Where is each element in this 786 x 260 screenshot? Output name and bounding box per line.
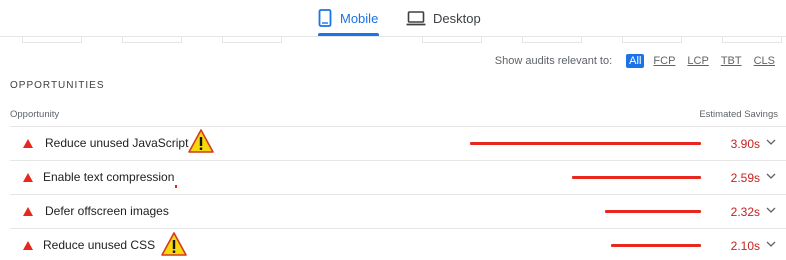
opportunity-title: Reduce unused CSS (43, 238, 156, 252)
filter-chip-tbt[interactable]: TBT (718, 54, 745, 68)
audit-filter: Show audits relevant to: All FCP LCP TBT… (495, 54, 778, 68)
opportunity-title: Defer offscreen images (45, 204, 169, 218)
opportunity-row[interactable]: Reduce unused JavaScript 3.90s (10, 127, 786, 161)
opportunity-row[interactable]: Defer offscreen images 2.32s (10, 195, 786, 229)
chevron-down-icon[interactable] (764, 169, 778, 183)
tab-desktop[interactable]: Desktop (405, 0, 485, 36)
fail-triangle-icon (23, 173, 33, 182)
tab-mobile[interactable]: Mobile (318, 0, 378, 36)
chevron-down-icon[interactable] (764, 135, 778, 149)
metric-card-edge (422, 37, 482, 43)
opportunity-row[interactable]: Enable text compression 2.59s (10, 161, 786, 195)
filter-chip-all[interactable]: All (626, 54, 645, 68)
estimated-savings: 2.32s (730, 205, 760, 219)
column-header-opportunity: Opportunity (10, 109, 60, 120)
warning-icon (161, 231, 187, 257)
chevron-down-icon[interactable] (764, 203, 778, 217)
opportunity-row[interactable]: Reduce unused CSS 2.10s (10, 229, 786, 260)
laptop-icon (405, 9, 427, 27)
fail-triangle-icon (23, 139, 33, 148)
metric-card-edge (722, 37, 782, 43)
metric-card-edge (22, 37, 82, 43)
savings-bar (605, 210, 701, 213)
savings-bar (572, 176, 701, 179)
section-title: OPPORTUNITIES (10, 80, 105, 91)
estimated-savings: 3.90s (730, 137, 760, 151)
warning-icon (188, 128, 214, 154)
savings-bar (470, 142, 701, 145)
column-header-savings: Estimated Savings (699, 109, 778, 120)
filter-chip-cls[interactable]: CLS (751, 54, 778, 68)
metric-card-edge (522, 37, 582, 43)
chevron-down-icon[interactable] (764, 237, 778, 251)
tab-mobile-label: Mobile (340, 10, 379, 26)
savings-bar (611, 244, 701, 247)
metric-card-edge (122, 37, 182, 43)
metric-card-edge (222, 37, 282, 43)
opportunity-title: Enable text compression (43, 170, 175, 184)
estimated-savings: 2.10s (730, 239, 760, 253)
estimated-savings: 2.59s (730, 171, 760, 185)
filter-chip-fcp[interactable]: FCP (650, 54, 678, 68)
metric-card-edge (622, 37, 682, 43)
fail-triangle-icon (23, 207, 33, 216)
opportunity-title: Reduce unused JavaScript (45, 136, 189, 150)
smartphone-icon (318, 9, 332, 27)
red-mark (175, 185, 177, 188)
tab-desktop-label: Desktop (433, 10, 481, 26)
fail-triangle-icon (23, 241, 33, 250)
filter-label: Show audits relevant to: (494, 55, 613, 67)
device-tabs: Mobile Desktop (0, 0, 786, 37)
filter-chip-lcp[interactable]: LCP (684, 54, 711, 68)
